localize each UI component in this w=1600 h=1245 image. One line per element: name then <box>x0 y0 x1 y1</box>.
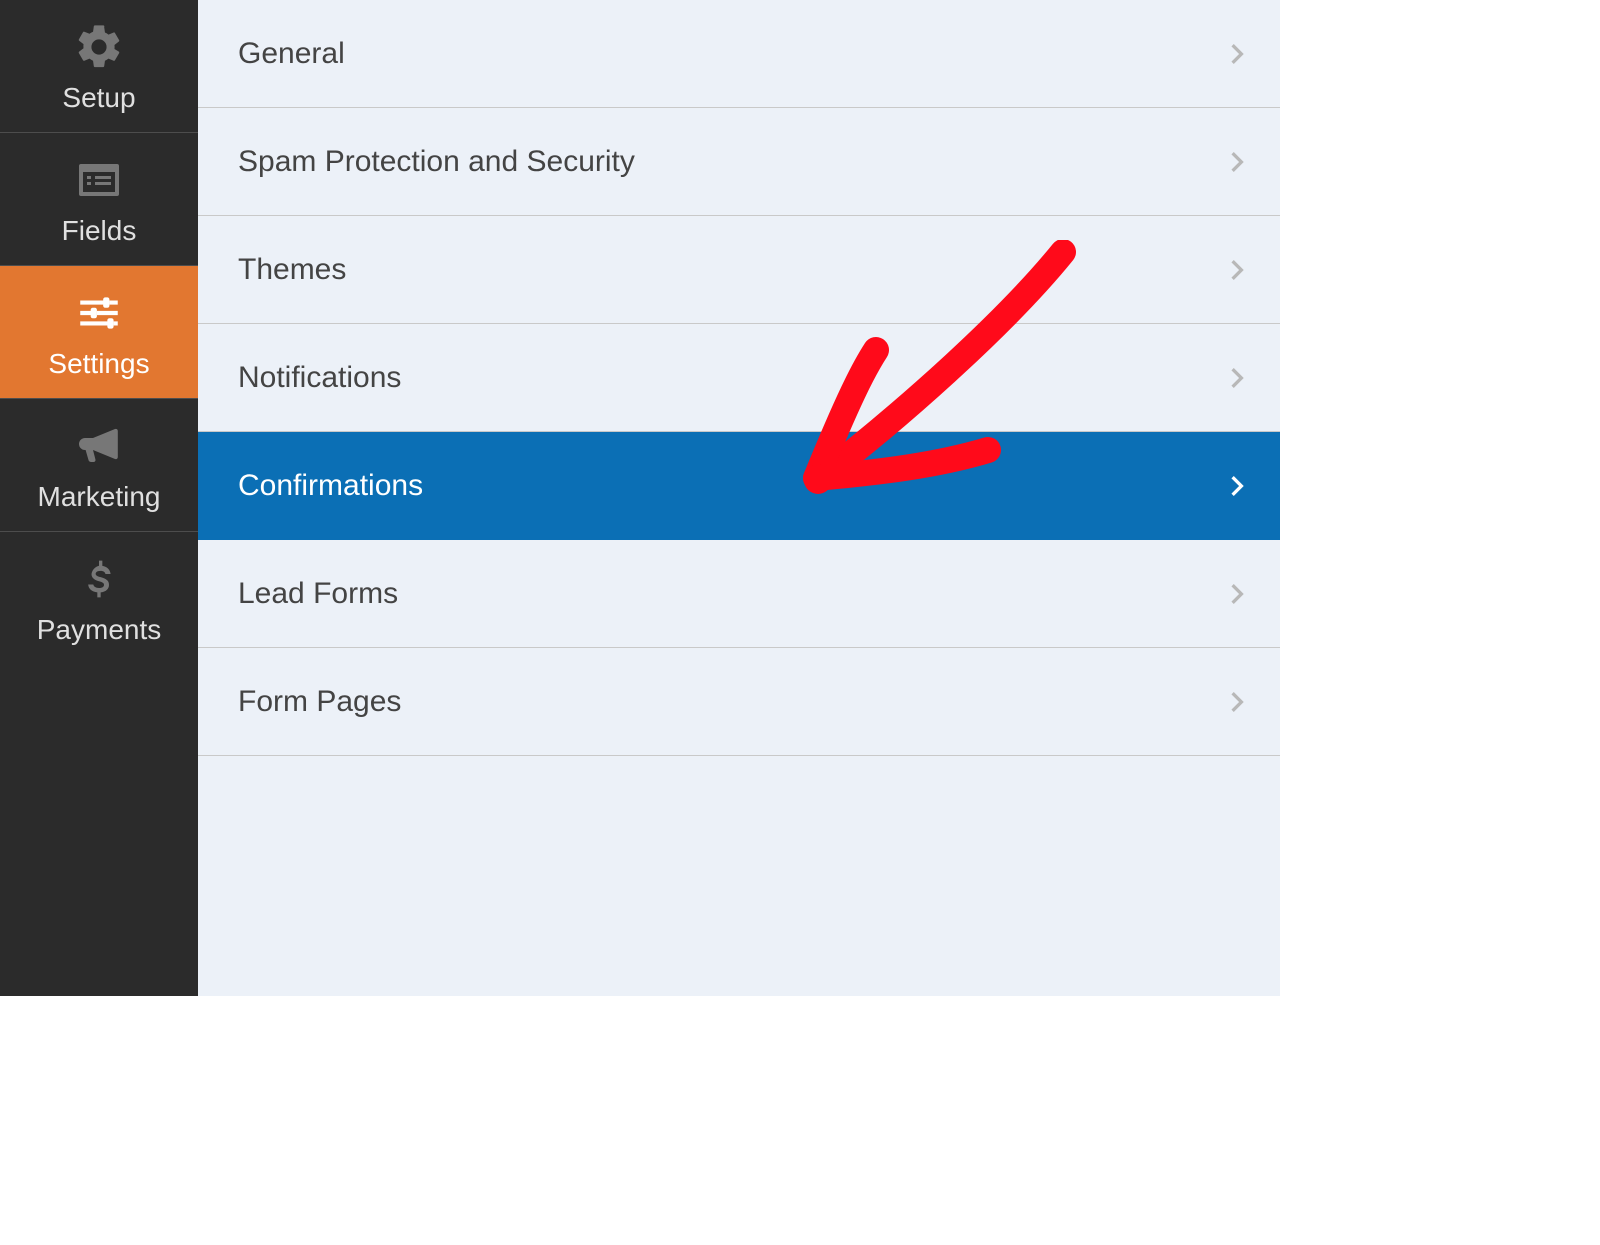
sidebar-item-label: Payments <box>37 614 162 646</box>
settings-item-themes[interactable]: Themes <box>198 216 1280 324</box>
sidebar-item-label: Marketing <box>38 481 161 513</box>
sidebar-item-label: Settings <box>48 348 149 380</box>
settings-item-label: Themes <box>238 253 346 287</box>
sidebar-item-label: Fields <box>62 215 137 247</box>
sidebar: Setup Fields Settings Marketing Payments <box>0 0 198 996</box>
chevron-right-icon <box>1228 471 1246 501</box>
list-icon <box>64 151 134 209</box>
settings-item-label: General <box>238 37 345 71</box>
sidebar-item-setup[interactable]: Setup <box>0 0 198 133</box>
settings-item-label: Confirmations <box>238 469 423 503</box>
chevron-right-icon <box>1228 39 1246 69</box>
chevron-right-icon <box>1228 579 1246 609</box>
chevron-right-icon <box>1228 687 1246 717</box>
settings-item-lead-forms[interactable]: Lead Forms <box>198 540 1280 648</box>
settings-item-label: Lead Forms <box>238 577 398 611</box>
chevron-right-icon <box>1228 147 1246 177</box>
sidebar-item-label: Setup <box>62 82 135 114</box>
settings-item-general[interactable]: General <box>198 0 1280 108</box>
dollar-icon <box>64 550 134 608</box>
sidebar-item-marketing[interactable]: Marketing <box>0 399 198 532</box>
sidebar-item-payments[interactable]: Payments <box>0 532 198 664</box>
settings-item-label: Form Pages <box>238 685 401 719</box>
settings-item-confirmations[interactable]: Confirmations <box>198 432 1280 540</box>
settings-item-label: Notifications <box>238 361 401 395</box>
settings-item-form-pages[interactable]: Form Pages <box>198 648 1280 756</box>
bullhorn-icon <box>64 417 134 475</box>
sidebar-item-fields[interactable]: Fields <box>0 133 198 266</box>
chevron-right-icon <box>1228 363 1246 393</box>
gear-icon <box>64 18 134 76</box>
sidebar-item-settings[interactable]: Settings <box>0 266 198 399</box>
chevron-right-icon <box>1228 255 1246 285</box>
settings-item-label: Spam Protection and Security <box>238 145 635 179</box>
sliders-icon <box>64 284 134 342</box>
settings-item-spam-protection[interactable]: Spam Protection and Security <box>198 108 1280 216</box>
settings-item-notifications[interactable]: Notifications <box>198 324 1280 432</box>
settings-panel: General Spam Protection and Security The… <box>198 0 1280 996</box>
